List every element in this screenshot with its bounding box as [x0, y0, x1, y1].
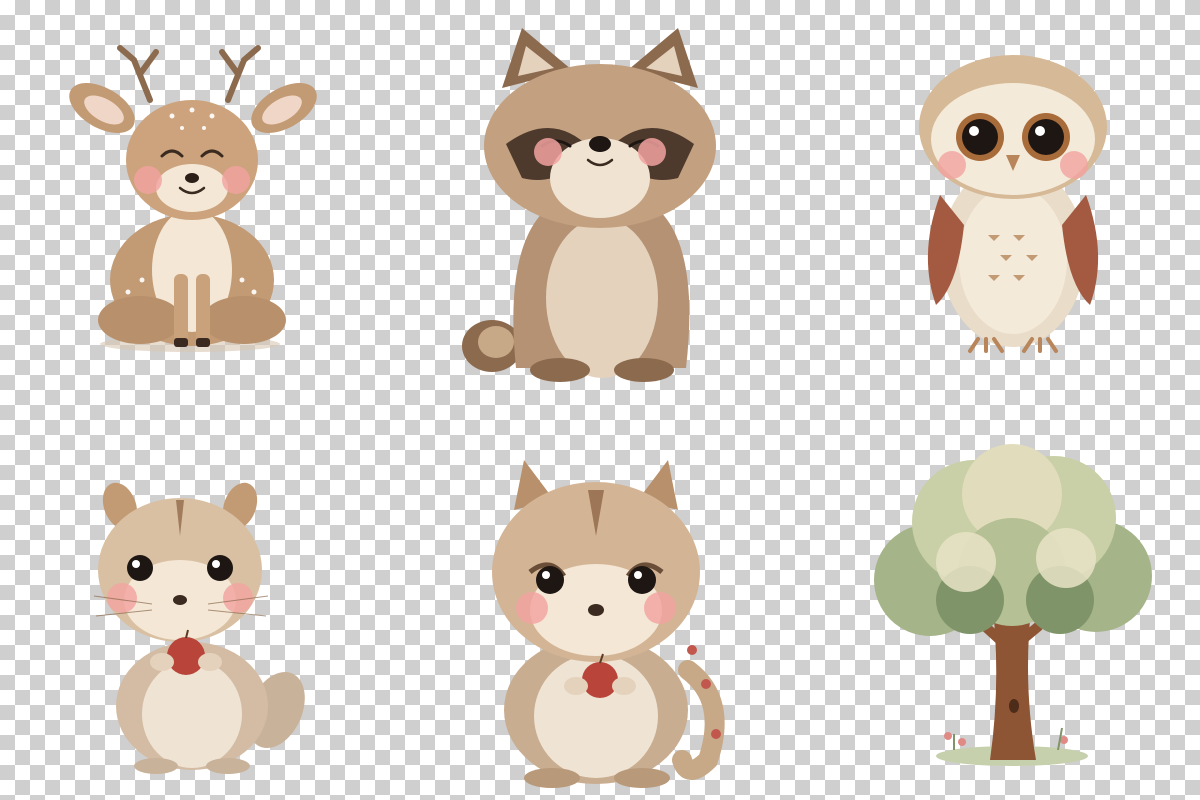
raccoon-illustration	[462, 28, 737, 388]
owl-illustration	[918, 55, 1108, 355]
tree-illustration	[870, 444, 1155, 770]
chipmunk-with-apple-illustration	[92, 476, 305, 776]
fawn-illustration	[62, 30, 322, 360]
squirrel-with-apple-illustration	[492, 460, 732, 790]
